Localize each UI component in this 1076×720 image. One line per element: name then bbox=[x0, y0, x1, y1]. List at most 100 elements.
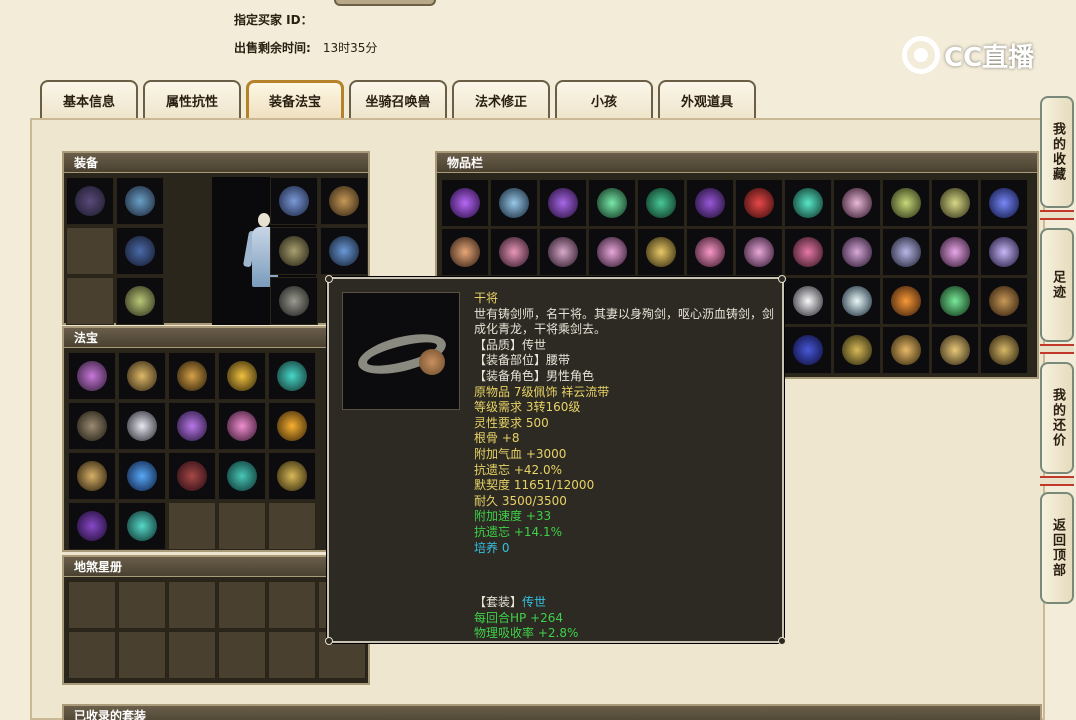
inventory-slot[interactable] bbox=[931, 326, 979, 374]
inventory-slot[interactable] bbox=[882, 326, 930, 374]
tab-appearance[interactable]: 外观道具 bbox=[658, 80, 756, 118]
top-button-edge[interactable] bbox=[334, 0, 436, 6]
treasure-slot[interactable] bbox=[68, 352, 116, 400]
treasure-slot[interactable] bbox=[68, 402, 116, 450]
inventory-slot[interactable] bbox=[735, 179, 783, 227]
treasure-slot[interactable] bbox=[168, 352, 216, 400]
equip-slot-bracelet[interactable] bbox=[270, 227, 318, 275]
inventory-slot[interactable] bbox=[931, 277, 979, 325]
treasure-slot[interactable] bbox=[118, 352, 166, 400]
inventory-slot[interactable] bbox=[882, 277, 930, 325]
treasure-icon bbox=[127, 411, 157, 441]
ring-icon bbox=[329, 236, 359, 266]
inventory-slot[interactable] bbox=[980, 179, 1028, 227]
time-remaining-value: 13时35分 bbox=[322, 41, 378, 55]
tab-children[interactable]: 小孩 bbox=[555, 80, 653, 118]
inventory-slot[interactable] bbox=[833, 228, 881, 276]
treasure-slot[interactable] bbox=[268, 452, 316, 500]
treasure-icon bbox=[177, 361, 207, 391]
equip-slot-cloak[interactable] bbox=[116, 227, 164, 275]
inventory-slot[interactable] bbox=[882, 228, 930, 276]
inventory-slot[interactable] bbox=[784, 228, 832, 276]
treasure-icon bbox=[77, 461, 107, 491]
inventory-slot[interactable] bbox=[931, 179, 979, 227]
inventory-slot[interactable] bbox=[833, 179, 881, 227]
treasure-slot[interactable] bbox=[218, 352, 266, 400]
footprints-button[interactable]: 足迹 bbox=[1040, 228, 1074, 342]
inventory-slot[interactable] bbox=[980, 228, 1028, 276]
equip-slot-necklace[interactable] bbox=[320, 177, 368, 225]
equip-slot-belt[interactable] bbox=[270, 277, 318, 325]
inventory-slot[interactable] bbox=[441, 179, 489, 227]
inventory-slot[interactable] bbox=[490, 179, 538, 227]
inventory-slot[interactable] bbox=[637, 228, 685, 276]
equip-slot-ring2[interactable] bbox=[320, 227, 368, 275]
equip-slot-weapon[interactable] bbox=[116, 177, 164, 225]
tab-basic-info[interactable]: 基本信息 bbox=[40, 80, 138, 118]
treasure-slot-empty[interactable] bbox=[218, 502, 266, 550]
treasure-slot[interactable] bbox=[268, 352, 316, 400]
tab-spell-mods[interactable]: 法术修正 bbox=[452, 80, 550, 118]
tab-mounts-pets[interactable]: 坐骑召唤兽 bbox=[349, 80, 447, 118]
equip-slot-armor[interactable] bbox=[66, 177, 114, 225]
equip-slot-boots[interactable] bbox=[116, 277, 164, 325]
equip-slot-ring[interactable] bbox=[270, 177, 318, 225]
treasure-slot[interactable] bbox=[218, 402, 266, 450]
item-icon bbox=[646, 237, 676, 267]
treasure-slot-empty[interactable] bbox=[268, 502, 316, 550]
back-to-top-button[interactable]: 返回顶部 bbox=[1040, 492, 1074, 604]
inventory-slot[interactable] bbox=[588, 228, 636, 276]
item-icon bbox=[744, 237, 774, 267]
star-slot-empty[interactable] bbox=[168, 581, 216, 629]
star-slot-empty[interactable] bbox=[268, 581, 316, 629]
inventory-slot[interactable] bbox=[931, 228, 979, 276]
inventory-slot[interactable] bbox=[784, 179, 832, 227]
star-slot-empty[interactable] bbox=[218, 631, 266, 679]
inventory-slot[interactable] bbox=[882, 179, 930, 227]
inventory-slot[interactable] bbox=[441, 228, 489, 276]
star-slot-empty[interactable] bbox=[118, 631, 166, 679]
inventory-slot[interactable] bbox=[539, 179, 587, 227]
treasure-slot[interactable] bbox=[168, 452, 216, 500]
inventory-slot[interactable] bbox=[784, 326, 832, 374]
inventory-slot[interactable] bbox=[686, 179, 734, 227]
treasure-slot[interactable] bbox=[118, 452, 166, 500]
tooltip-spacer bbox=[474, 556, 774, 595]
treasure-slot[interactable] bbox=[168, 402, 216, 450]
item-icon bbox=[842, 335, 872, 365]
inventory-slot[interactable] bbox=[833, 326, 881, 374]
bracelet-icon bbox=[279, 236, 309, 266]
item-icon bbox=[744, 188, 774, 218]
treasure-slot[interactable] bbox=[218, 452, 266, 500]
inventory-slot[interactable] bbox=[784, 277, 832, 325]
my-favorites-button[interactable]: 我的收藏 bbox=[1040, 96, 1074, 208]
inventory-slot[interactable] bbox=[588, 179, 636, 227]
equip-slot-empty[interactable] bbox=[66, 277, 114, 325]
inventory-slot[interactable] bbox=[833, 277, 881, 325]
treasure-slot-empty[interactable] bbox=[168, 502, 216, 550]
treasure-slot[interactable] bbox=[68, 452, 116, 500]
inventory-slot[interactable] bbox=[490, 228, 538, 276]
treasure-slot[interactable] bbox=[68, 502, 116, 550]
star-slot-empty[interactable] bbox=[68, 581, 116, 629]
treasure-slot[interactable] bbox=[118, 502, 166, 550]
inventory-slot[interactable] bbox=[980, 326, 1028, 374]
inventory-slot[interactable] bbox=[735, 228, 783, 276]
treasure-slot[interactable] bbox=[118, 402, 166, 450]
star-slot-empty[interactable] bbox=[168, 631, 216, 679]
star-slot-empty[interactable] bbox=[118, 581, 166, 629]
inventory-slot[interactable] bbox=[980, 277, 1028, 325]
inventory-slot[interactable] bbox=[539, 228, 587, 276]
tab-label: 基本信息 bbox=[62, 94, 115, 110]
star-slot-empty[interactable] bbox=[218, 581, 266, 629]
inventory-slot[interactable] bbox=[637, 179, 685, 227]
star-slot-empty[interactable] bbox=[268, 631, 316, 679]
star-slot-empty[interactable] bbox=[68, 631, 116, 679]
equip-slot-empty[interactable] bbox=[66, 227, 114, 275]
tab-attributes[interactable]: 属性抗性 bbox=[143, 80, 241, 118]
my-counter-offers-button[interactable]: 我的还价 bbox=[1040, 362, 1074, 474]
tooltip-corner bbox=[325, 637, 333, 645]
inventory-slot[interactable] bbox=[686, 228, 734, 276]
treasure-slot[interactable] bbox=[268, 402, 316, 450]
tab-equipment[interactable]: 装备法宝 bbox=[246, 80, 344, 118]
